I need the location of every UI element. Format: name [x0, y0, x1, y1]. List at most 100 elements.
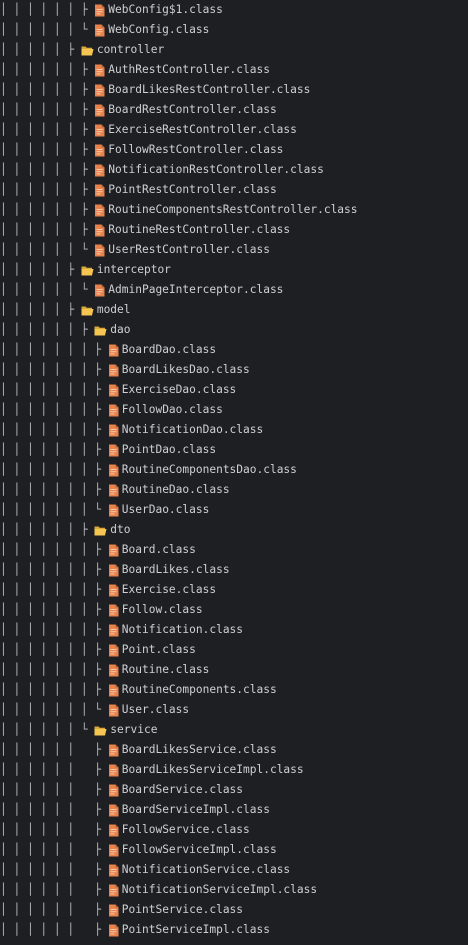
tree-folder-row[interactable]: │ │ │ │ │ │ ├ dao	[0, 320, 468, 340]
tree-guide: │ │ │ │ │ ├	[0, 43, 81, 56]
tree-file-row[interactable]: │ │ │ │ │ │ │ ├ FollowDao.class	[0, 400, 468, 420]
java-class-file-icon	[94, 164, 105, 177]
tree-file-row[interactable]: │ │ │ │ │ │ └ WebConfig.class	[0, 20, 468, 40]
java-class-file-icon	[94, 244, 105, 257]
file-name: BoardLikesServiceImpl.class	[121, 763, 304, 776]
tree-file-row[interactable]: │ │ │ │ │ │ ├ RoutineComponentsRestContr…	[0, 200, 468, 220]
file-name: Board.class	[121, 543, 196, 556]
tree-guide: │ │ │ │ │ │ │ ├	[0, 583, 108, 596]
folder-open-icon	[94, 325, 107, 336]
file-name: PointRestController.class	[108, 183, 277, 196]
java-class-file-icon	[108, 664, 119, 677]
java-class-file-icon	[108, 704, 119, 717]
tree-guide: │ │ │ │ │ │ │ ├	[0, 603, 108, 616]
java-class-file-icon	[108, 584, 119, 597]
tree-file-row[interactable]: │ │ │ │ │ │ ├ RoutineRestController.clas…	[0, 220, 468, 240]
file-name: BoardLikes.class	[121, 563, 230, 576]
tree-file-row[interactable]: │ │ │ │ │ │ └ UserRestController.class	[0, 240, 468, 260]
java-class-file-icon	[108, 784, 119, 797]
tree-file-row[interactable]: │ │ │ │ │ │ ├ NotificationServiceImpl.cl…	[0, 880, 468, 900]
tree-file-row[interactable]: │ │ │ │ │ │ ├ BoardServiceImpl.class	[0, 800, 468, 820]
tree-guide: │ │ │ │ │ │ │ ├	[0, 363, 108, 376]
tree-guide: │ │ │ │ │ │ │ ├	[0, 483, 108, 496]
file-name: NotificationService.class	[121, 863, 291, 876]
tree-file-row[interactable]: │ │ │ │ │ │ │ └ UserDao.class	[0, 500, 468, 520]
tree-file-row[interactable]: │ │ │ │ │ │ │ ├ PointDao.class	[0, 440, 468, 460]
file-name: PointService.class	[121, 903, 244, 916]
tree-file-row[interactable]: │ │ │ │ │ │ ├ NotificationService.class	[0, 860, 468, 880]
java-class-file-icon	[94, 284, 105, 297]
tree-file-row[interactable]: │ │ │ │ │ │ ├ PointRestController.class	[0, 180, 468, 200]
tree-folder-row[interactable]: │ │ │ │ │ ├ interceptor	[0, 260, 468, 280]
file-name: WebConfig.class	[108, 23, 210, 36]
tree-file-row[interactable]: │ │ │ │ │ │ ├ FollowService.class	[0, 820, 468, 840]
file-name: PointDao.class	[121, 443, 217, 456]
java-class-file-icon	[108, 864, 119, 877]
tree-file-row[interactable]: │ │ │ │ │ │ ├ BoardRestController.class	[0, 100, 468, 120]
file-name: FollowService.class	[121, 823, 250, 836]
tree-guide: │ │ │ │ │ │ ├	[0, 203, 95, 216]
tree-guide: │ │ │ │ │ │ │ └	[0, 503, 108, 516]
tree-guide: │ │ │ │ │ │ ├	[0, 323, 95, 336]
tree-file-row[interactable]: │ │ │ │ │ │ ├ PointServiceImpl.class	[0, 920, 468, 940]
file-tree: │ │ │ │ │ │ ├ WebConfig$1.class │ │ │ │ │…	[0, 0, 468, 940]
tree-guide: │ │ │ │ │ │ ├	[0, 123, 95, 136]
tree-guide: │ │ │ │ │ │ ├	[0, 63, 95, 76]
tree-folder-row[interactable]: │ │ │ │ │ ├ controller	[0, 40, 468, 60]
tree-guide: │ │ │ │ │ │ ├	[0, 3, 95, 16]
tree-file-row[interactable]: │ │ │ │ │ │ │ ├ BoardDao.class	[0, 340, 468, 360]
file-name: Follow.class	[121, 603, 203, 616]
tree-file-row[interactable]: │ │ │ │ │ │ │ ├ Point.class	[0, 640, 468, 660]
tree-file-row[interactable]: │ │ │ │ │ │ ├ ExerciseRestController.cla…	[0, 120, 468, 140]
tree-file-row[interactable]: │ │ │ │ │ │ ├ BoardService.class	[0, 780, 468, 800]
tree-file-row[interactable]: │ │ │ │ │ │ ├ PointService.class	[0, 900, 468, 920]
tree-file-row[interactable]: │ │ │ │ │ │ ├ FollowRestController.class	[0, 140, 468, 160]
tree-file-row[interactable]: │ │ │ │ │ │ │ ├ RoutineDao.class	[0, 480, 468, 500]
file-name: BoardService.class	[121, 783, 244, 796]
folder-open-icon	[81, 45, 94, 56]
tree-file-row[interactable]: │ │ │ │ │ │ ├ NotificationRestController…	[0, 160, 468, 180]
tree-guide: │ │ │ │ │ │ └	[0, 243, 95, 256]
tree-folder-row[interactable]: │ │ │ │ │ ├ model	[0, 300, 468, 320]
tree-folder-row[interactable]: │ │ │ │ │ │ └ service	[0, 720, 468, 740]
tree-guide: │ │ │ │ │ │ ├	[0, 863, 108, 876]
tree-file-row[interactable]: │ │ │ │ │ │ └ AdminPageInterceptor.class	[0, 280, 468, 300]
tree-file-row[interactable]: │ │ │ │ │ │ │ └ User.class	[0, 700, 468, 720]
tree-folder-row[interactable]: │ │ │ │ │ │ ├ dto	[0, 520, 468, 540]
tree-file-row[interactable]: │ │ │ │ │ │ │ ├ ExerciseDao.class	[0, 380, 468, 400]
tree-file-row[interactable]: │ │ │ │ │ │ │ ├ RoutineComponentsDao.cla…	[0, 460, 468, 480]
java-class-file-icon	[108, 764, 119, 777]
java-class-file-icon	[108, 544, 119, 557]
tree-file-row[interactable]: │ │ │ │ │ │ ├ BoardLikesService.class	[0, 740, 468, 760]
tree-file-row[interactable]: │ │ │ │ │ │ ├ BoardLikesServiceImpl.clas…	[0, 760, 468, 780]
tree-file-row[interactable]: │ │ │ │ │ │ ├ AuthRestController.class	[0, 60, 468, 80]
tree-file-row[interactable]: │ │ │ │ │ │ │ ├ BoardLikes.class	[0, 560, 468, 580]
tree-guide: │ │ │ │ │ │ ├	[0, 743, 108, 756]
tree-guide: │ │ │ │ │ │ └	[0, 283, 95, 296]
tree-guide: │ │ │ │ │ │ ├	[0, 883, 108, 896]
file-name: WebConfig$1.class	[108, 3, 223, 16]
tree-file-row[interactable]: │ │ │ │ │ │ ├ WebConfig$1.class	[0, 0, 468, 20]
java-class-file-icon	[108, 924, 119, 937]
tree-guide: │ │ │ │ │ │ │ ├	[0, 343, 108, 356]
file-name: BoardLikesService.class	[121, 743, 277, 756]
folder-open-icon	[94, 725, 107, 736]
tree-file-row[interactable]: │ │ │ │ │ │ ├ BoardLikesRestController.c…	[0, 80, 468, 100]
tree-file-row[interactable]: │ │ │ │ │ │ │ ├ Notification.class	[0, 620, 468, 640]
java-class-file-icon	[108, 484, 119, 497]
tree-guide: │ │ │ │ │ │ ├	[0, 903, 108, 916]
tree-file-row[interactable]: │ │ │ │ │ │ ├ FollowServiceImpl.class	[0, 840, 468, 860]
java-class-file-icon	[108, 804, 119, 817]
folder-open-icon	[81, 265, 94, 276]
tree-file-row[interactable]: │ │ │ │ │ │ │ ├ BoardLikesDao.class	[0, 360, 468, 380]
java-class-file-icon	[108, 624, 119, 637]
tree-file-row[interactable]: │ │ │ │ │ │ │ ├ Follow.class	[0, 600, 468, 620]
java-class-file-icon	[108, 904, 119, 917]
tree-file-row[interactable]: │ │ │ │ │ │ │ ├ Routine.class	[0, 660, 468, 680]
file-name: FollowServiceImpl.class	[121, 843, 277, 856]
tree-file-row[interactable]: │ │ │ │ │ │ │ ├ Board.class	[0, 540, 468, 560]
tree-file-row[interactable]: │ │ │ │ │ │ │ ├ Exercise.class	[0, 580, 468, 600]
tree-file-row[interactable]: │ │ │ │ │ │ │ ├ NotificationDao.class	[0, 420, 468, 440]
java-class-file-icon	[94, 224, 105, 237]
tree-file-row[interactable]: │ │ │ │ │ │ │ ├ RoutineComponents.class	[0, 680, 468, 700]
